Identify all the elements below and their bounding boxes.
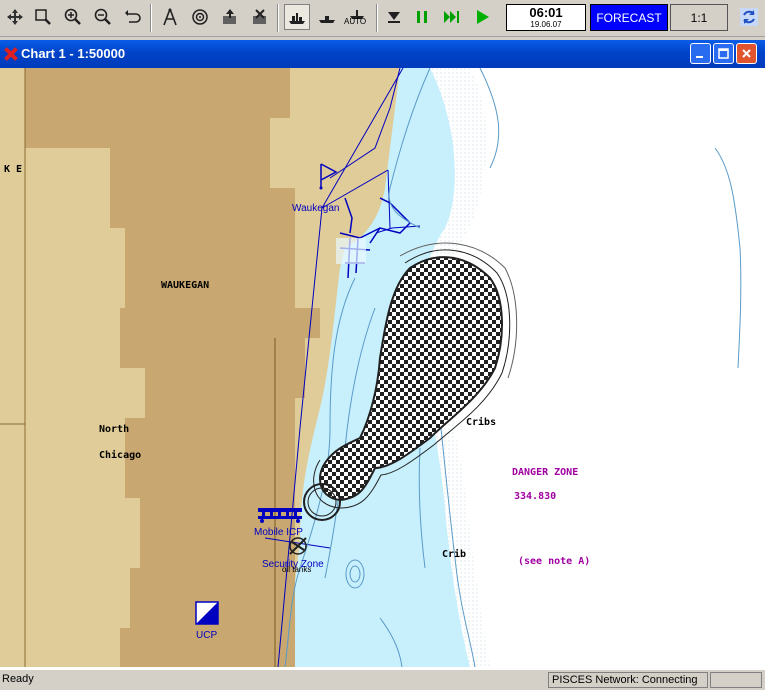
forecast-button[interactable]: FORECAST: [590, 4, 668, 31]
window-title: Chart 1 - 1:50000: [21, 46, 126, 61]
label-danger-code: 334.830: [514, 491, 556, 502]
fast-forward-icon[interactable]: [439, 4, 465, 30]
toolbar-separator: [376, 4, 378, 32]
compass-icon[interactable]: [157, 4, 183, 30]
status-bar: Ready PISCES Network: Connecting: [0, 669, 765, 690]
stop-icon[interactable]: [381, 4, 407, 30]
chart-window: Chart 1 - 1:50000 K E WAUKEGAN North Chi…: [0, 40, 765, 669]
label-chicago: Chicago: [99, 449, 141, 461]
play-icon[interactable]: [469, 4, 495, 30]
maximize-button[interactable]: [713, 43, 734, 64]
label-waukegan-town: WAUKEGAN: [161, 280, 209, 291]
label-mobile-icp: Mobile ICP: [254, 527, 303, 538]
title-bar[interactable]: Chart 1 - 1:50000: [0, 40, 765, 68]
export-icon[interactable]: [217, 4, 243, 30]
ship-view-icon[interactable]: [284, 4, 310, 30]
ucp-icon[interactable]: [195, 601, 219, 625]
main-toolbar: AUTO 06:01 19.06.07 FORECAST 1:1: [0, 0, 765, 37]
label-north: North: [99, 424, 129, 435]
chart-app-icon: [3, 46, 19, 67]
clock-display: 06:01 19.06.07: [506, 4, 586, 31]
close-button[interactable]: [736, 43, 757, 64]
label-danger-zone: DANGER ZONE: [512, 467, 578, 478]
clock-time: 06:01: [529, 5, 563, 20]
ship-flat-icon[interactable]: [314, 4, 340, 30]
label-oil-tanks: oil tanks: [282, 565, 311, 574]
nautical-chart[interactable]: K E WAUKEGAN North Chicago Waukegan Crib…: [0, 68, 765, 667]
zoom-window-icon[interactable]: [30, 4, 56, 30]
status-empty-pane: [710, 672, 762, 688]
status-ready: Ready: [2, 673, 34, 685]
label-waukegan-harbor: Waukegan: [292, 203, 339, 214]
pause-icon[interactable]: [409, 4, 435, 30]
label-ucp: UCP: [196, 630, 217, 641]
label-crib: Crib: [442, 548, 466, 560]
auto-label: AUTO: [344, 17, 367, 26]
label-cribs: Cribs: [466, 416, 496, 428]
sync-icon[interactable]: [736, 4, 762, 30]
import-icon[interactable]: [247, 4, 273, 30]
zoom-out-icon[interactable]: [90, 4, 116, 30]
status-network: PISCES Network: Connecting: [548, 672, 708, 688]
label-see-note: (see note A): [518, 556, 590, 567]
clock-date: 19.06.07: [530, 20, 562, 29]
toolbar-separator: [150, 4, 152, 32]
undo-icon[interactable]: [120, 4, 146, 30]
toolbar-separator: [277, 4, 279, 32]
label-ke: K E: [4, 164, 22, 175]
scale-button[interactable]: 1:1: [670, 4, 728, 31]
zoom-in-icon[interactable]: [60, 4, 86, 30]
target-icon[interactable]: [187, 4, 213, 30]
pan-icon[interactable]: [2, 4, 28, 30]
minimize-button[interactable]: [690, 43, 711, 64]
